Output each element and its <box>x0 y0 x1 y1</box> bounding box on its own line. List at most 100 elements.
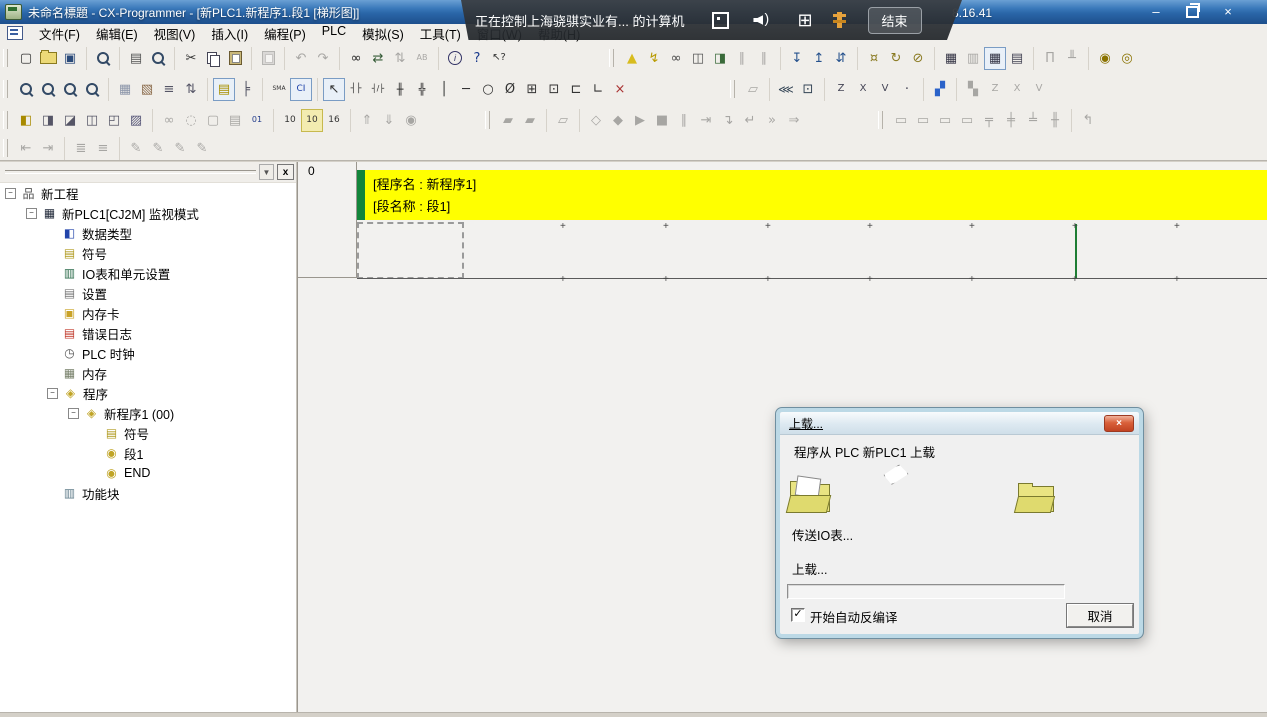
insert-below-dot-button[interactable]: · <box>896 78 918 101</box>
expander-icon[interactable]: − <box>5 188 16 199</box>
new-file-button[interactable]: ▢ <box>15 47 37 70</box>
insert-below-v-button[interactable]: V <box>874 78 896 101</box>
copy[interactable] <box>202 47 224 70</box>
dialog-title-bar[interactable]: 上载... × <box>780 412 1139 435</box>
properties-window-button[interactable]: ▨ <box>125 109 147 132</box>
new-contact-button[interactable]: ┤├ <box>345 78 367 101</box>
auto-decompile-checkbox[interactable]: ✓ <box>791 608 805 622</box>
new-or-closed-contact-button[interactable]: ╬ <box>411 78 433 101</box>
add-window-icon[interactable]: ⊞ <box>797 11 812 29</box>
end-session-button[interactable]: 结束 <box>868 7 922 34</box>
open-file[interactable] <box>37 47 59 70</box>
selected-cell[interactable] <box>357 222 464 279</box>
mnemonic-view-button[interactable]: SMA <box>268 78 290 101</box>
send-online-edit-button[interactable]: ↻ <box>885 47 907 70</box>
expander-icon[interactable]: − <box>68 408 79 419</box>
show-comments-button[interactable]: ▧ <box>136 78 158 101</box>
tree-item-memory[interactable]: ▦内存 <box>0 363 296 383</box>
transfer-from-plc-button[interactable]: ↥ <box>808 47 830 70</box>
workspace-close-button[interactable]: x <box>277 164 294 180</box>
print-button[interactable]: ▤ <box>125 47 147 70</box>
tree-item-plc[interactable]: −▦新PLC1[CJ2M] 监视模式 <box>0 203 296 223</box>
new-horizontal-line-button[interactable]: ─ <box>455 78 477 101</box>
tree-item-data-types[interactable]: ◧数据类型 <box>0 223 296 243</box>
find-button[interactable]: ∞ <box>345 47 367 70</box>
help-topics-button[interactable]: ? <box>466 47 488 70</box>
zoom-in[interactable] <box>37 78 59 101</box>
change-all-button[interactable]: ⇄ <box>367 47 389 70</box>
workspace-dropdown-button[interactable]: ▼ <box>259 164 274 180</box>
insert-above-z-button[interactable]: Z <box>830 78 852 101</box>
paste[interactable] <box>224 47 246 70</box>
toggle-monitoring-button[interactable]: ∞ <box>665 47 687 70</box>
work-online-button[interactable]: ▲ <box>621 47 643 70</box>
fullscreen-icon[interactable] <box>712 12 729 29</box>
zoom-to-fit[interactable] <box>81 78 103 101</box>
cut-button[interactable]: ✂ <box>180 47 202 70</box>
transfer-to-plc-button[interactable]: ↧ <box>786 47 808 70</box>
show-hierarchy-button[interactable]: ╞ <box>235 78 257 101</box>
radix-hex-button[interactable]: 16 <box>323 109 345 132</box>
watch-window-button[interactable]: ▦ <box>940 47 962 70</box>
show-monitor-data-button[interactable]: ⇅ <box>180 78 202 101</box>
cancel-button[interactable]: 取消 <box>1067 604 1133 627</box>
new-coil-button[interactable]: ○ <box>477 78 499 101</box>
tree-item-project[interactable]: −品新工程 <box>0 183 296 203</box>
auto-online-button[interactable]: ↯ <box>643 47 665 70</box>
io-comment-view-button[interactable]: CI <box>290 78 312 101</box>
dialog-close-button[interactable]: × <box>1104 415 1134 432</box>
tree-item-symbols-global[interactable]: ▤符号 <box>0 243 296 263</box>
online-edit-button[interactable]: ¤ <box>863 47 885 70</box>
data-trace-button[interactable]: ▤ <box>1006 47 1028 70</box>
watch-sheet-button[interactable]: ▞ <box>929 78 951 101</box>
plc-memory-view-button[interactable]: ▦ <box>984 47 1006 70</box>
line-erase-button[interactable]: × <box>609 78 631 101</box>
force-off-button[interactable]: ◎ <box>1116 47 1138 70</box>
expander-icon[interactable]: − <box>47 388 58 399</box>
insert-above-x-button[interactable]: X <box>852 78 874 101</box>
compare-with-plc-button[interactable]: ⇵ <box>830 47 852 70</box>
speaker-icon[interactable] <box>753 12 773 28</box>
tree-item-plc-clock[interactable]: ◷PLC 时钟 <box>0 343 296 363</box>
tree-item-symbols-local[interactable]: ▤符号 <box>0 423 296 443</box>
fb-parameter-button[interactable]: ⊏ <box>565 78 587 101</box>
new-instruction-button[interactable]: ⊞ <box>521 78 543 101</box>
show-grid-button[interactable]: ▦ <box>114 78 136 101</box>
print-preview[interactable] <box>147 47 169 70</box>
about[interactable]: i <box>444 47 466 70</box>
tree-item-memory-card[interactable]: ▣内存卡 <box>0 303 296 323</box>
new-vertical-line-button[interactable]: │ <box>433 78 455 101</box>
restore-button[interactable] <box>1181 4 1203 19</box>
context-help-button[interactable]: ↖? <box>488 47 510 70</box>
new-function-block-button[interactable]: ⊡ <box>543 78 565 101</box>
force-on-button[interactable]: ◉ <box>1094 47 1116 70</box>
tree-item-new-program[interactable]: −◈新程序1 (00) <box>0 403 296 423</box>
toggle-output-window-button[interactable]: ◨ <box>37 109 59 132</box>
compile-program-button[interactable]: ⋘ <box>775 78 797 101</box>
toggle-watch-window2-button[interactable]: ◪ <box>59 109 81 132</box>
new-closed-coil-button[interactable]: Ø <box>499 78 521 101</box>
toggle-local-window-button[interactable]: ◰ <box>103 109 125 132</box>
check-program[interactable] <box>92 47 114 70</box>
new-or-contact-button[interactable]: ╫ <box>389 78 411 101</box>
tree-item-io-table[interactable]: ▥IO表和单元设置 <box>0 263 296 283</box>
radix-signed-decimal-button[interactable]: 10 <box>301 109 323 132</box>
pause-monitoring-button[interactable]: ◫ <box>687 47 709 70</box>
tree-item-settings[interactable]: ▤设置 <box>0 283 296 303</box>
toggle-project-workspace-button[interactable]: ◧ <box>15 109 37 132</box>
cancel-online-edit-button[interactable]: ⊘ <box>907 47 929 70</box>
tree-item-end[interactable]: ◉END <box>0 463 296 483</box>
line-connect-button[interactable]: ∟ <box>587 78 609 101</box>
expander-icon[interactable]: − <box>26 208 37 219</box>
binary-display-button[interactable]: 01 <box>246 109 268 132</box>
zoom-tool[interactable] <box>15 78 37 101</box>
tree-item-function-blocks[interactable]: ▥功能块 <box>0 483 296 503</box>
radix-decimal-button[interactable]: 10 <box>279 109 301 132</box>
zoom-out[interactable] <box>59 78 81 101</box>
show-symbol-bar-button[interactable]: ▤ <box>213 78 235 101</box>
tree-item-programs[interactable]: −◈程序 <box>0 383 296 403</box>
close-button[interactable]: × <box>1217 4 1239 19</box>
toggle-cross-reference-button[interactable]: ◫ <box>81 109 103 132</box>
tree-item-error-log[interactable]: ▤错误日志 <box>0 323 296 343</box>
tree-item-section1[interactable]: ◉段1 <box>0 443 296 463</box>
